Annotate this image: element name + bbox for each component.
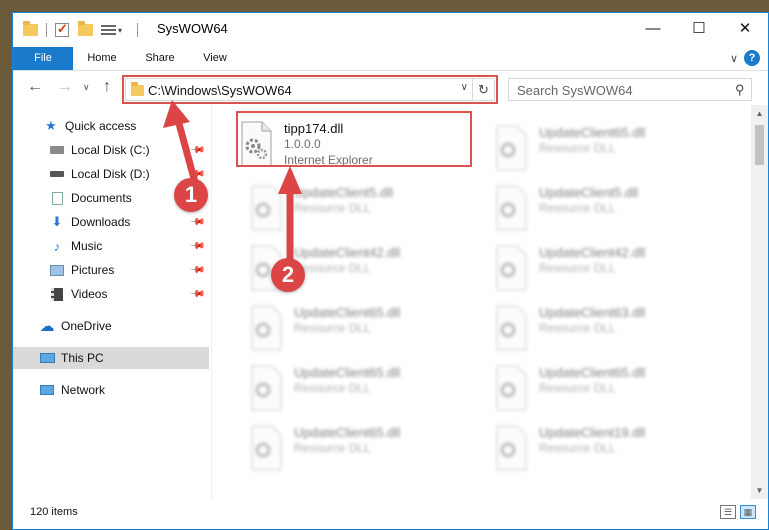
annotation-arrows xyxy=(163,100,302,262)
annotation-arrowhead-2 xyxy=(278,166,302,194)
callout-1: 1 xyxy=(174,178,208,212)
callout-2: 2 xyxy=(271,258,305,292)
annotation-arrowhead-1 xyxy=(163,100,190,128)
annotation-arrow-1 xyxy=(174,116,200,190)
